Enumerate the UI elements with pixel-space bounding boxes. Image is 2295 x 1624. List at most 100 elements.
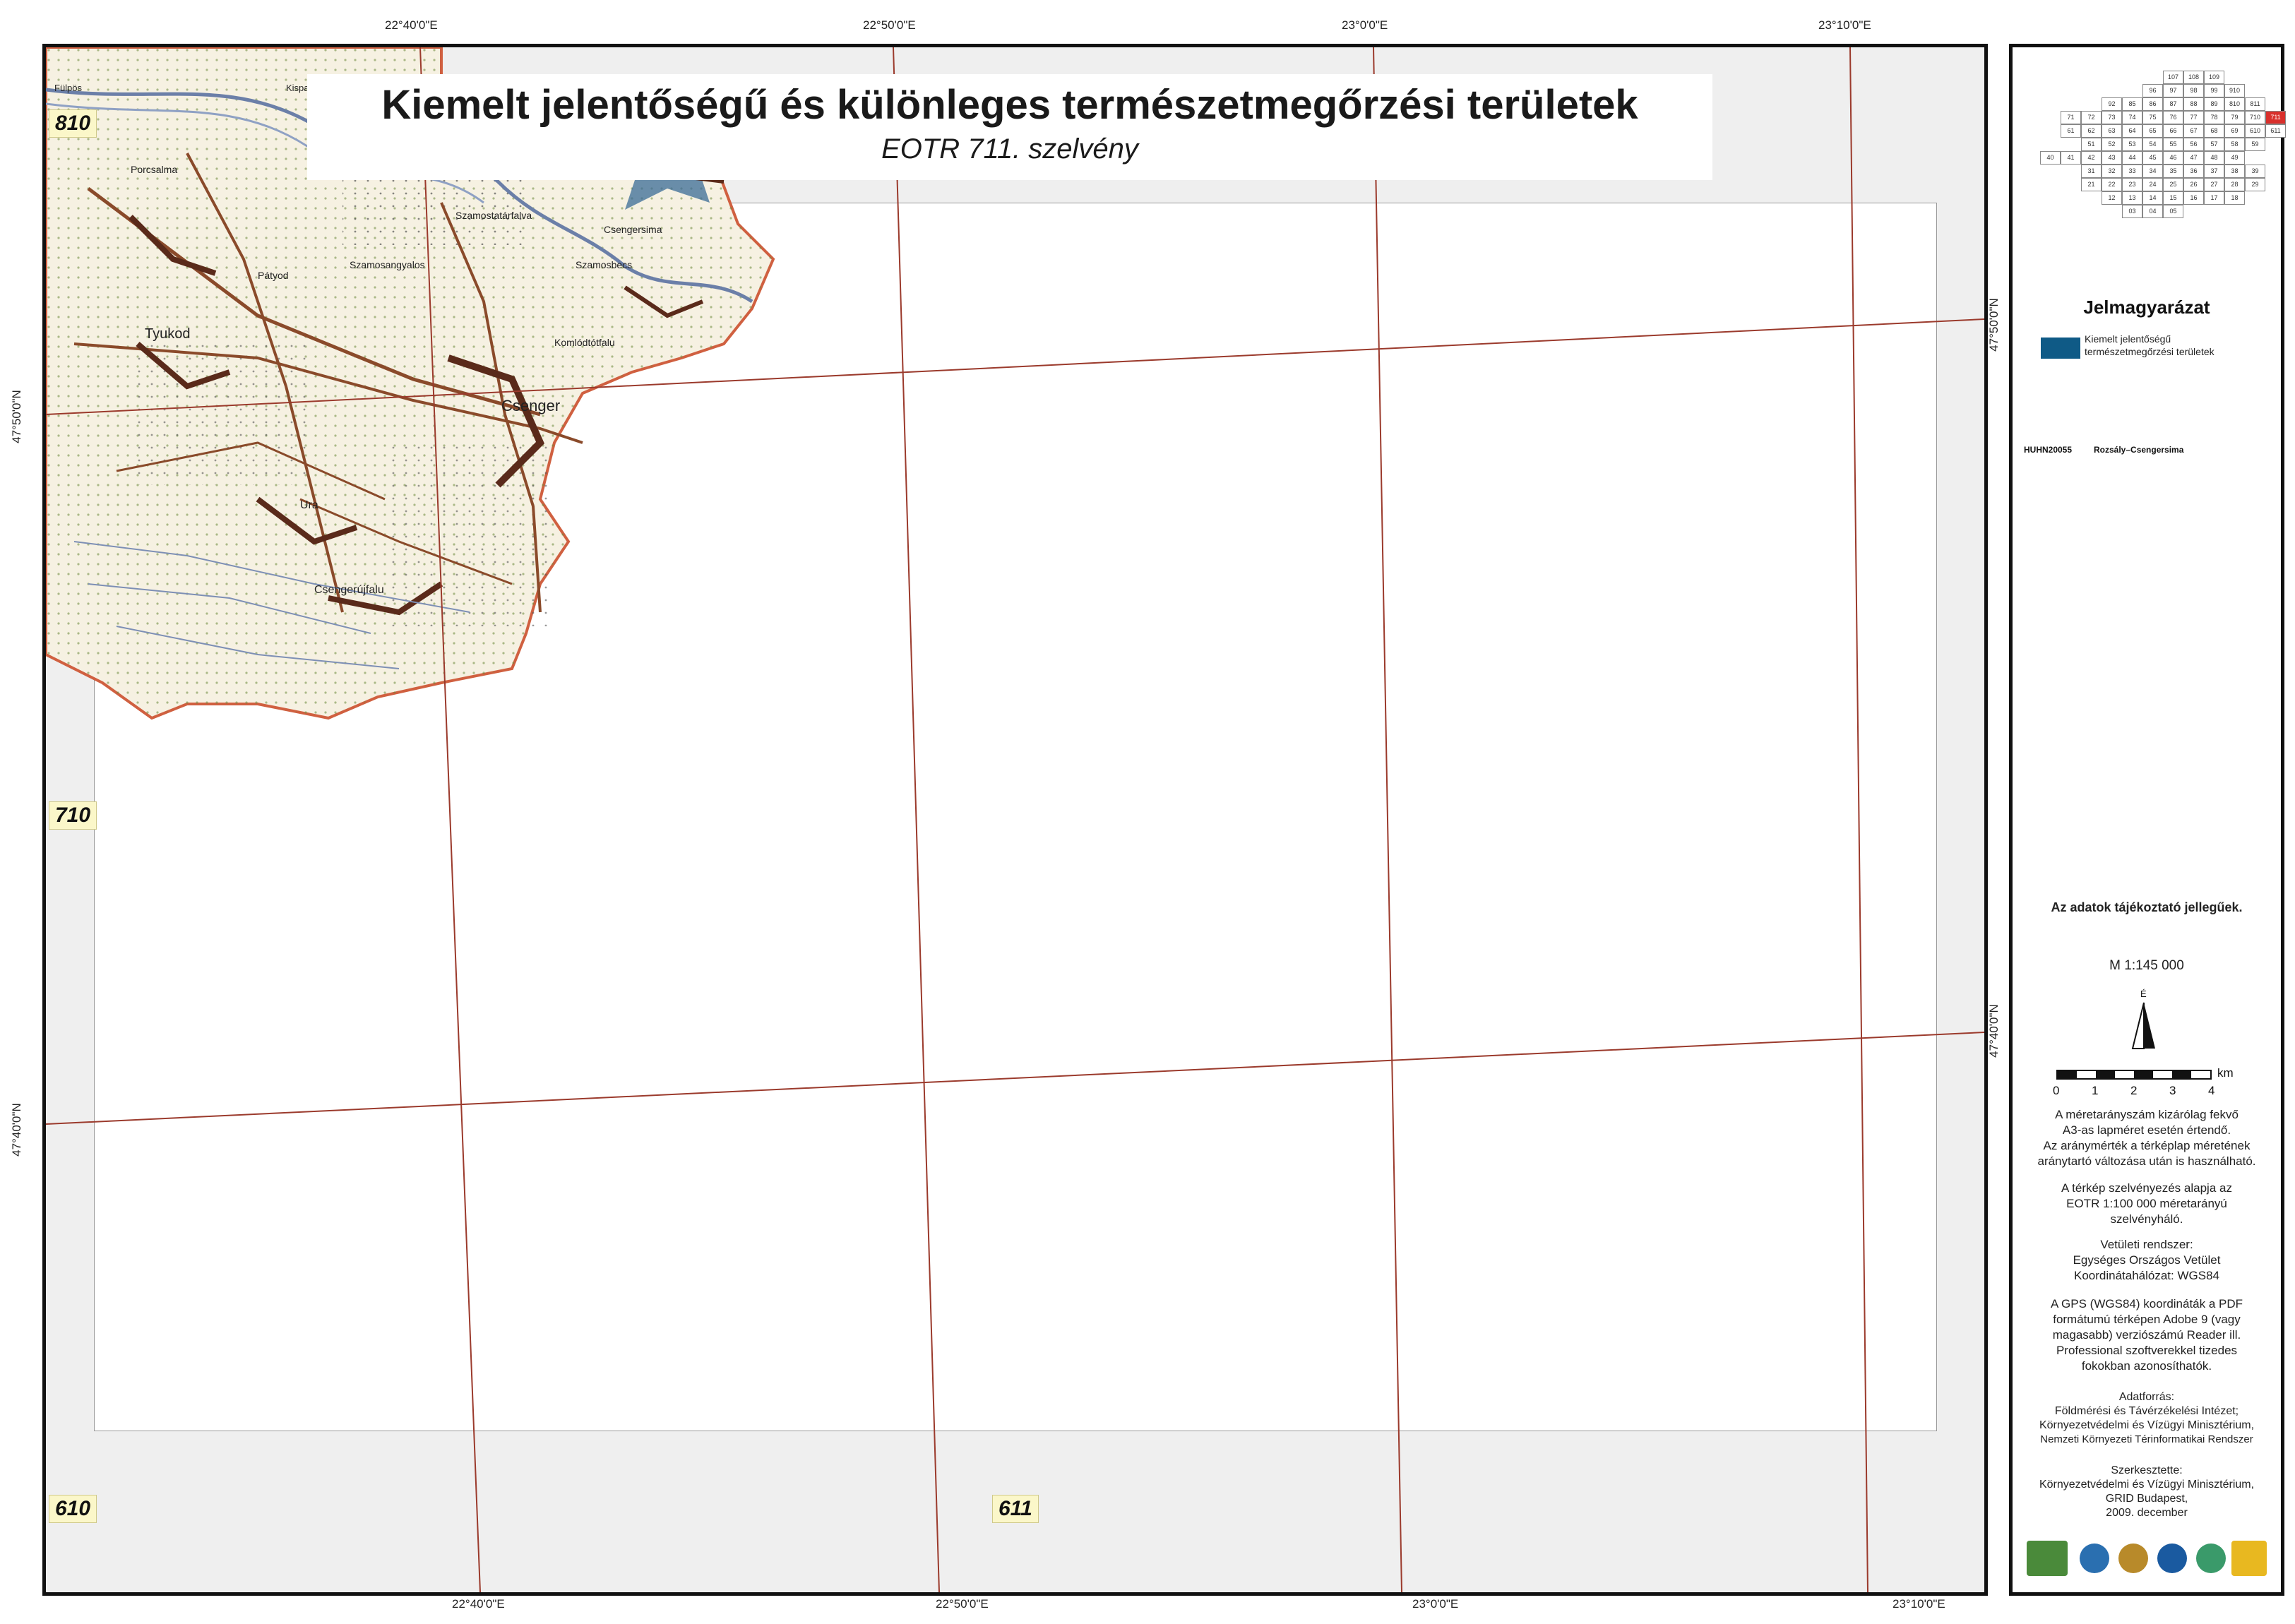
index-cell-21: 21 <box>2081 178 2102 191</box>
scale-bar <box>2056 1070 2212 1080</box>
index-cell-41: 41 <box>2061 151 2081 165</box>
logo-unep-icon <box>2157 1544 2187 1573</box>
scale-note-3: Az aránymérték a térképlap méretének <box>2043 1139 2251 1152</box>
source-1: Adatforrás: <box>2118 1391 2175 1403</box>
logo-natura2000-icon <box>2027 1541 2068 1576</box>
sheet-label-810: 810 <box>49 109 97 138</box>
scale-unit: km <box>2217 1066 2234 1080</box>
index-cell-32: 32 <box>2102 165 2122 178</box>
graticule <box>46 47 1984 1592</box>
north-label: É <box>2140 989 2147 999</box>
index-cell-57: 57 <box>2204 138 2224 151</box>
coord-right-1: 47°50'0"N <box>1986 298 2001 352</box>
index-cell-25: 25 <box>2163 178 2183 191</box>
index-cell-64: 64 <box>2122 124 2142 138</box>
index-cell-67: 67 <box>2183 124 2204 138</box>
proj-2: Egységes Országos Vetület <box>2073 1253 2221 1267</box>
map-frame[interactable]: Porcsalma Tyukod Pátyod Szamosangyalos S… <box>42 44 1988 1596</box>
gps-5: fokokban azonosíthatók. <box>2081 1359 2212 1373</box>
gps-1: A GPS (WGS84) koordináták a PDF <box>2050 1297 2243 1310</box>
scale-note-2: A3-as lapméret esetén értendő. <box>2062 1123 2231 1137</box>
scale-tick-1: 1 <box>2092 1084 2099 1097</box>
coord-top-2: 22°50'0"E <box>863 18 916 32</box>
scale-tick-0: 0 <box>2053 1084 2060 1097</box>
coord-right-2: 47°40'0"N <box>1986 1004 2001 1058</box>
index-cell-37: 37 <box>2204 165 2224 178</box>
coord-top-3: 23°0'0"E <box>1342 18 1388 32</box>
index-cell-40: 40 <box>2040 151 2061 165</box>
index-cell-54: 54 <box>2142 138 2163 151</box>
index-cell-23: 23 <box>2122 178 2142 191</box>
index-cell-33: 33 <box>2122 165 2142 178</box>
index-cell-74: 74 <box>2122 111 2142 124</box>
index-cell-17: 17 <box>2204 191 2224 205</box>
index-cell-85: 85 <box>2122 97 2142 111</box>
index-cell-36: 36 <box>2183 165 2204 178</box>
index-cell-15: 15 <box>2163 191 2183 205</box>
coord-left-2: 47°40'0"N <box>9 1103 23 1157</box>
index-cell-58: 58 <box>2224 138 2245 151</box>
index-cell-810: 810 <box>2224 97 2245 111</box>
legend-heading: Jelmagyarázat <box>2083 297 2210 318</box>
index-cell-55: 55 <box>2163 138 2183 151</box>
scale-tick-3: 3 <box>2169 1084 2176 1097</box>
index-cell-910: 910 <box>2224 84 2245 97</box>
proj-1: Vetületi rendszer: <box>2100 1238 2193 1251</box>
sheet-label-611: 611 <box>992 1495 1039 1523</box>
editor-1: Szerkesztette: <box>2111 1464 2183 1476</box>
index-cell-79: 79 <box>2224 111 2245 124</box>
index-cell-61: 61 <box>2061 124 2081 138</box>
index-cell-22: 22 <box>2102 178 2122 191</box>
index-cell-28: 28 <box>2224 178 2245 191</box>
index-cell-04: 04 <box>2142 205 2163 218</box>
gps-2: formátumú térképen Adobe 9 (vagy <box>2053 1313 2241 1326</box>
index-cell-711: 711 <box>2265 111 2286 124</box>
source-3: Környezetvédelmi és Vízügyi Minisztérium… <box>2039 1419 2255 1431</box>
index-cell-35: 35 <box>2163 165 2183 178</box>
index-cell-42: 42 <box>2081 151 2102 165</box>
index-cell-97: 97 <box>2163 84 2183 97</box>
index-cell-78: 78 <box>2204 111 2224 124</box>
coord-bottom-4: 23°10'0"E <box>1892 1597 1945 1611</box>
editor-3: GRID Budapest, <box>2105 1493 2188 1505</box>
grid-note-3: szelvényháló. <box>2110 1212 2183 1226</box>
index-cell-26: 26 <box>2183 178 2204 191</box>
scale-note-1: A méretarányszám kizárólag fekvő <box>2055 1108 2239 1121</box>
site-name: Rozsály–Csengersima <box>2094 445 2184 455</box>
grid-note-1: A térkép szelvényezés alapja az <box>2061 1181 2232 1195</box>
sheet-label-610: 610 <box>49 1495 97 1523</box>
index-cell-49: 49 <box>2224 151 2245 165</box>
index-cell-86: 86 <box>2142 97 2163 111</box>
index-cell-03: 03 <box>2122 205 2142 218</box>
index-cell-34: 34 <box>2142 165 2163 178</box>
index-cell-68: 68 <box>2204 124 2224 138</box>
index-cell-65: 65 <box>2142 124 2163 138</box>
index-cell-52: 52 <box>2102 138 2122 151</box>
index-cell-56: 56 <box>2183 138 2204 151</box>
title-box: Kiemelt jelentőségű és különleges termés… <box>307 74 1712 180</box>
index-cell-107: 107 <box>2163 71 2183 84</box>
index-cell-72: 72 <box>2081 111 2102 124</box>
logo-grid-icon <box>2196 1544 2226 1573</box>
logo-eu-icon <box>2231 1541 2267 1576</box>
index-cell-89: 89 <box>2204 97 2224 111</box>
index-cell-109: 109 <box>2204 71 2224 84</box>
legend-item-label-2: természetmegőrzési területek <box>2085 346 2214 357</box>
index-cell-24: 24 <box>2142 178 2163 191</box>
index-cell-610: 610 <box>2245 124 2265 138</box>
index-cell-710: 710 <box>2245 111 2265 124</box>
proj-3: Koordinátahálózat: WGS84 <box>2073 1269 2219 1282</box>
index-cell-99: 99 <box>2204 84 2224 97</box>
index-cell-14: 14 <box>2142 191 2163 205</box>
index-cell-811: 811 <box>2245 97 2265 111</box>
coord-left-1: 47°50'0"N <box>9 390 23 443</box>
index-cell-48: 48 <box>2204 151 2224 165</box>
index-cell-69: 69 <box>2224 124 2245 138</box>
index-cell-53: 53 <box>2122 138 2142 151</box>
editor-4: 2009. december <box>2106 1507 2188 1519</box>
source-4: Nemzeti Környezeti Térinformatikai Rends… <box>2040 1433 2253 1445</box>
index-cell-92: 92 <box>2102 97 2122 111</box>
index-cell-59: 59 <box>2245 138 2265 151</box>
coord-top-1: 22°40'0"E <box>385 18 438 32</box>
index-cell-27: 27 <box>2204 178 2224 191</box>
